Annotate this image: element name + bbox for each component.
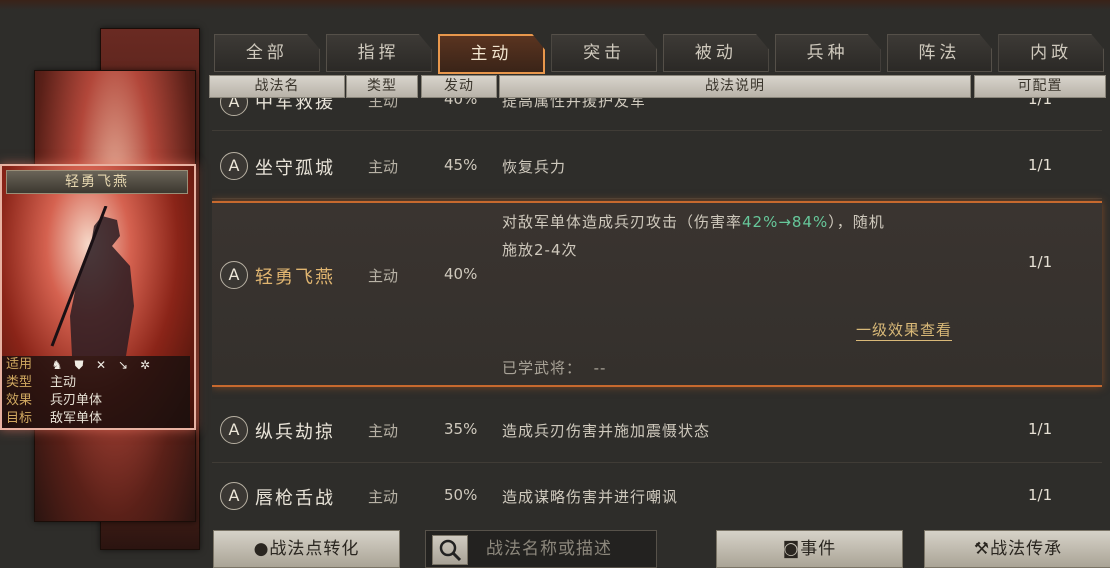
rank-badge: A	[220, 152, 248, 180]
tab-troop[interactable]: 兵种	[774, 34, 881, 72]
learned-label: 已学武将：	[502, 359, 583, 377]
tab-command[interactable]: 指挥	[325, 34, 432, 72]
table-row[interactable]: A 中军救援 主动 40% 提高属性并援护友军 1/1	[212, 98, 1102, 131]
tactic-config: 1/1	[1028, 156, 1053, 174]
event-button[interactable]: ◙事件	[716, 530, 903, 568]
table-header: 战法名 类型 发动 战法说明 可配置	[209, 75, 1106, 98]
tactic-name: 中军救援	[255, 98, 335, 113]
warrior-silhouette	[50, 206, 134, 356]
table-row[interactable]: A 坐守孤城 主动 45% 恢复兵力 1/1	[212, 132, 1102, 199]
desc-text: 对敌军单体造成兵刃攻击（伤害率	[502, 213, 743, 231]
tab-active[interactable]: 主动	[437, 34, 546, 74]
tactic-type: 主动	[368, 98, 399, 110]
tactic-type: 主动	[368, 488, 399, 506]
header-name[interactable]: 战法名	[209, 75, 345, 98]
tactic-config: 1/1	[1028, 98, 1053, 108]
rank-badge: A	[220, 261, 248, 289]
convert-points-button[interactable]: ●战法点转化	[213, 530, 400, 568]
tactic-name: 唇枪舌战	[255, 488, 335, 509]
tactic-desc: 造成兵刃伤害并施加震慑状态	[502, 422, 711, 440]
info-key: 适用	[6, 357, 33, 372]
tactic-list: A 中军救援 主动 40% 提高属性并援护友军 1/1 A 坐守孤城 主动 45…	[212, 98, 1110, 518]
header-config[interactable]: 可配置	[974, 75, 1106, 98]
cavalry-icon: ♞	[51, 358, 63, 372]
learned-generals: 已学武将： --	[502, 357, 606, 378]
info-row-applicable: 适用 ♞ ⛊ ✕ ↘ ✲	[2, 356, 190, 374]
inherit-button[interactable]: ⚒战法传承	[924, 530, 1110, 568]
drop-icon: ●	[253, 539, 270, 559]
tactic-rate: 35%	[444, 420, 478, 438]
info-value: 兵刃单体	[50, 393, 103, 408]
event-icon: ◙	[782, 539, 801, 559]
rank-badge: A	[220, 482, 248, 510]
tactic-name: 轻勇飞燕	[255, 267, 335, 288]
unit-icons: ♞ ⛊ ✕ ↘ ✲	[50, 356, 152, 374]
damage-rate: 42%→84%	[742, 213, 829, 231]
rank-badge: A	[220, 98, 248, 116]
table-row[interactable]: A 唇枪舌战 主动 50% 造成谋略伤害并进行嘲讽 1/1	[212, 464, 1102, 518]
tactic-rate: 45%	[444, 156, 478, 174]
tactic-config: 1/1	[1028, 486, 1053, 504]
tactic-type: 主动	[368, 158, 399, 176]
tactic-desc-line1: 对敌军单体造成兵刃攻击（伤害率42%→84%），随机	[502, 211, 885, 232]
table-row[interactable]: A 纵兵劫掠 主动 35% 造成兵刃伤害并施加震慑状态 1/1	[212, 398, 1102, 463]
card-info: 适用 ♞ ⛊ ✕ ↘ ✲ 类型 主动 效果 兵刃单体 目标 敌军单体	[2, 356, 190, 428]
wheel-icon: ✲	[139, 358, 151, 372]
info-value: 敌军单体	[50, 411, 103, 426]
shield-icon: ⛊	[74, 358, 84, 372]
tab-assault[interactable]: 突击	[551, 34, 657, 72]
tactic-type: 主动	[368, 422, 399, 440]
tactic-rate: 40%	[444, 98, 478, 108]
tactic-config: 1/1	[1028, 420, 1053, 438]
tab-passive[interactable]: 被动	[663, 34, 769, 72]
tactic-rate: 40%	[444, 265, 478, 283]
info-key: 目标	[6, 411, 33, 426]
tactic-rate: 50%	[444, 486, 478, 504]
search-box[interactable]: 战法名称或描述	[425, 530, 657, 568]
tactic-name: 坐守孤城	[255, 158, 335, 179]
tactic-desc: 提高属性并援护友军	[502, 98, 647, 110]
tactic-desc: 恢复兵力	[502, 158, 567, 176]
info-key: 类型	[6, 375, 33, 390]
info-value: 主动	[50, 375, 77, 390]
tactic-type: 主动	[368, 267, 399, 285]
spear-icon: ↘	[117, 358, 129, 372]
tactic-config: 1/1	[1028, 253, 1053, 271]
convert-label: 战法点转化	[269, 539, 360, 559]
learned-value: --	[593, 359, 607, 377]
tactic-desc-line2: 施放2-4次	[502, 241, 578, 259]
tactic-name: 纵兵劫掠	[255, 422, 335, 443]
effect-detail-link[interactable]: 一级效果查看	[856, 319, 953, 341]
search-icon[interactable]	[432, 535, 468, 565]
header-desc: 战法说明	[499, 75, 971, 98]
tab-all[interactable]: 全部	[214, 34, 320, 72]
tab-formation[interactable]: 阵法	[886, 34, 993, 72]
card-title: 轻勇飞燕	[6, 170, 188, 194]
top-edge	[0, 0, 1110, 10]
info-row-type: 类型 主动	[2, 374, 190, 392]
header-type[interactable]: 类型	[346, 75, 418, 98]
desc-text: ），随机	[828, 213, 885, 231]
tab-internal[interactable]: 内政	[998, 34, 1104, 72]
tactic-card: 轻勇飞燕 适用 ♞ ⛊ ✕ ↘ ✲ 类型 主动 效果 兵刃单体 目标 敌军单体	[0, 164, 196, 430]
rank-badge: A	[220, 416, 248, 444]
inherit-label: 战法传承	[990, 539, 1063, 559]
tactic-desc: 造成谋略伤害并进行嘲讽	[502, 488, 679, 506]
header-rate[interactable]: 发动	[421, 75, 497, 98]
info-key: 效果	[6, 393, 33, 408]
info-row-target: 目标 敌军单体	[2, 410, 190, 428]
table-row-expanded[interactable]: A 轻勇飞燕 主动 40% 对敌军单体造成兵刃攻击（伤害率42%→84%），随机…	[212, 201, 1102, 387]
info-row-effect: 效果 兵刃单体	[2, 392, 190, 410]
category-tabs: 全部 指挥 主动 突击 被动 兵种 阵法 内政	[214, 34, 1110, 74]
bow-icon: ✕	[95, 358, 107, 372]
event-label: 事件	[800, 539, 837, 559]
hammer-icon: ⚒	[973, 539, 991, 559]
search-input[interactable]: 战法名称或描述	[486, 531, 612, 567]
